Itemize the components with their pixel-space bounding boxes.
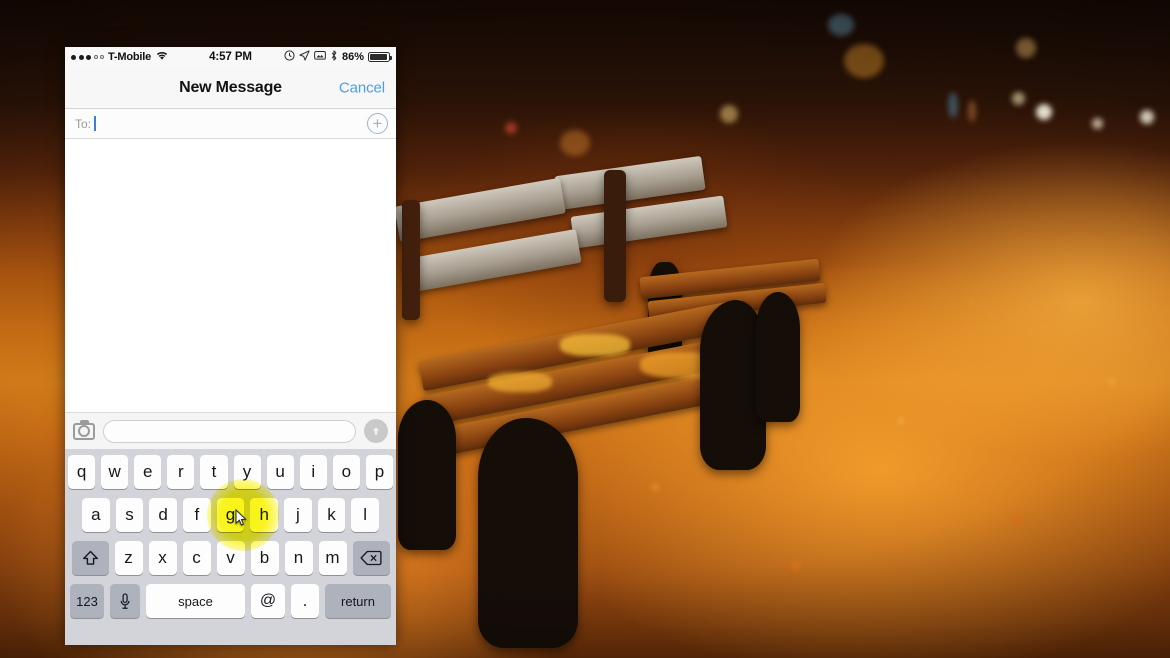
plus-circle-icon[interactable]: +	[367, 113, 388, 134]
key-e[interactable]: e	[134, 455, 162, 489]
bench-back-post	[604, 170, 626, 302]
key-f[interactable]: f	[183, 498, 211, 532]
key-x[interactable]: x	[148, 541, 177, 575]
key-d[interactable]: d	[149, 498, 177, 532]
recipient-field-row[interactable]: To: +	[65, 109, 396, 139]
return-key[interactable]: return	[325, 584, 391, 618]
key-k[interactable]: k	[317, 498, 346, 532]
cancel-button[interactable]: Cancel	[339, 79, 385, 96]
key-q[interactable]: q	[68, 455, 96, 489]
key-b[interactable]: b	[250, 541, 279, 575]
keyboard-row-1: q w e r t y u i o p	[68, 455, 393, 489]
leaf-on-bench	[560, 334, 630, 356]
at-key[interactable]: @	[251, 584, 285, 618]
location-arrow-icon	[299, 50, 310, 64]
key-j[interactable]: j	[284, 498, 312, 532]
key-h[interactable]: h	[250, 498, 279, 532]
key-a[interactable]: a	[81, 498, 110, 532]
key-m[interactable]: m	[318, 541, 347, 575]
conversation-area	[65, 139, 396, 412]
key-t[interactable]: t	[200, 455, 228, 489]
numeric-keyboard-button[interactable]: 123	[70, 584, 104, 618]
battery-percent-label: 86%	[341, 51, 364, 63]
space-key[interactable]: space	[146, 584, 245, 618]
leaf-on-bench	[488, 372, 552, 392]
period-key[interactable]: .	[291, 584, 319, 618]
alarm-clock-icon	[284, 50, 295, 64]
status-bar: T-Mobile 4:57 PM 86%	[65, 47, 396, 67]
key-z[interactable]: z	[114, 541, 143, 575]
key-w[interactable]: w	[101, 455, 129, 489]
shift-arrow-up-icon[interactable]	[71, 541, 109, 575]
to-label: To:	[75, 116, 92, 131]
text-cursor	[94, 116, 96, 131]
bluetooth-icon	[330, 50, 338, 64]
backspace-delete-icon[interactable]	[352, 541, 390, 575]
keyboard-row-3: z x c v b n m	[68, 541, 393, 575]
camera-icon[interactable]	[73, 419, 95, 440]
key-y[interactable]: y	[233, 455, 261, 489]
key-c[interactable]: c	[182, 541, 211, 575]
page-title: New Message	[179, 78, 282, 96]
send-arrow-up-icon[interactable]	[364, 419, 388, 443]
bench-back-post	[402, 200, 420, 320]
key-s[interactable]: s	[115, 498, 144, 532]
screen-mirroring-icon	[314, 50, 326, 64]
key-r[interactable]: r	[167, 455, 195, 489]
key-g[interactable]: g	[216, 498, 245, 532]
iphone-screenshot-overlay: T-Mobile 4:57 PM 86% New Message Cancel	[65, 47, 396, 645]
battery-icon	[368, 52, 392, 62]
key-v[interactable]: v	[216, 541, 245, 575]
key-n[interactable]: n	[284, 541, 313, 575]
key-i[interactable]: i	[299, 455, 327, 489]
key-p[interactable]: p	[365, 455, 393, 489]
message-input-bar	[65, 412, 396, 449]
bench-backrest-plank	[402, 228, 582, 294]
bench-leg-side	[398, 400, 456, 550]
message-input[interactable]	[103, 419, 356, 443]
bench-leg-rear	[756, 292, 800, 422]
key-l[interactable]: l	[351, 498, 380, 532]
microphone-icon[interactable]	[110, 584, 140, 618]
navigation-bar: New Message Cancel	[65, 67, 396, 109]
keyboard-row-4: 123 space @ . return	[68, 584, 393, 618]
on-screen-keyboard[interactable]: q w e r t y u i o p a s d f g h j k l z	[65, 449, 396, 645]
bench-leg-front	[478, 418, 578, 648]
key-o[interactable]: o	[332, 455, 360, 489]
key-u[interactable]: u	[266, 455, 294, 489]
keyboard-row-2: a s d f g h j k l	[68, 498, 393, 532]
